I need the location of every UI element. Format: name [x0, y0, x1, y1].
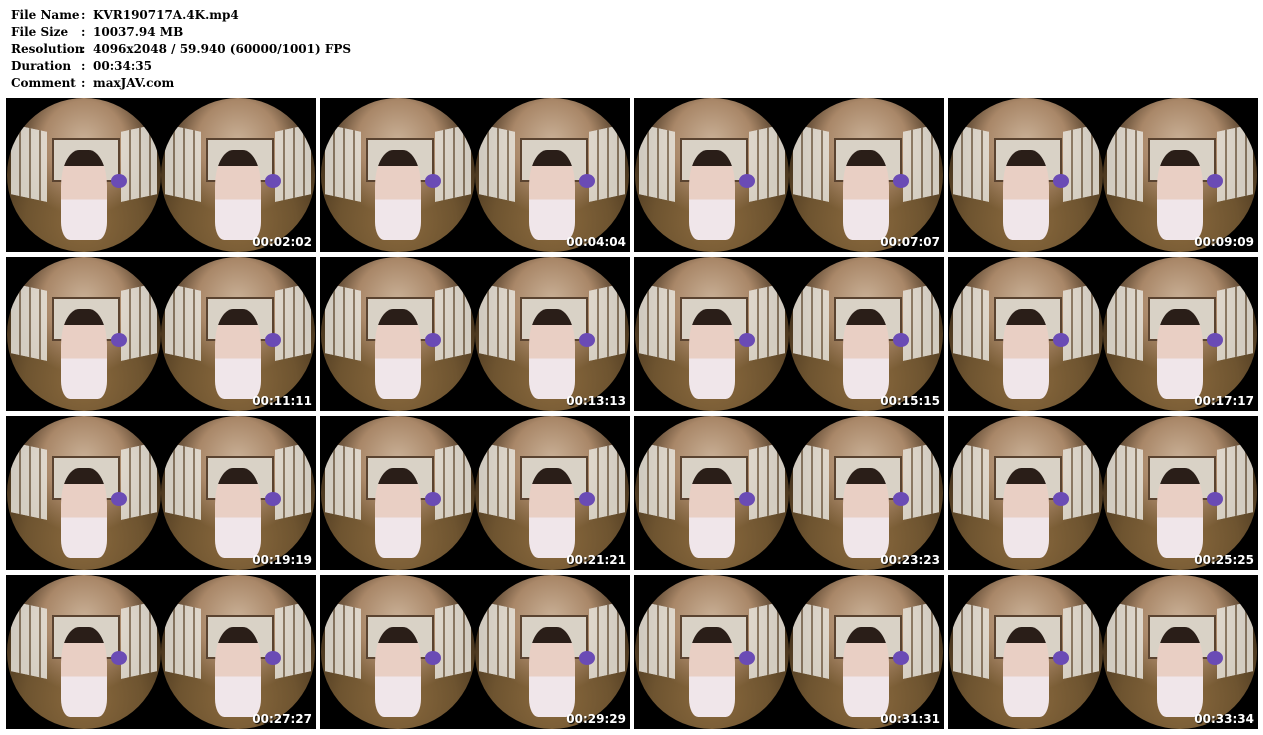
info-separator: : [81, 76, 86, 90]
thumbnail-timestamp: 00:09:09 [1194, 235, 1254, 249]
thumbnail-timestamp: 00:17:17 [1194, 394, 1254, 408]
thumbnail-timestamp: 00:15:15 [880, 394, 940, 408]
thumbnail-timestamp: 00:19:19 [252, 553, 312, 567]
vr-fisheye-frame-left [7, 575, 161, 729]
vr-fisheye-frame-left [321, 98, 475, 252]
vr-fisheye-frame-left [949, 257, 1103, 411]
vr-fisheye-frame-right [475, 575, 629, 729]
vr-fisheye-frame-left [321, 575, 475, 729]
video-thumbnail: 00:11:11 [6, 257, 316, 411]
info-separator: : [81, 59, 86, 73]
vr-fisheye-frame-right [789, 416, 943, 570]
vr-fisheye-frame-right [1103, 575, 1257, 729]
video-thumbnail: 00:13:13 [320, 257, 630, 411]
vr-fisheye-frame-right [1103, 257, 1257, 411]
vr-fisheye-frame-right [789, 575, 943, 729]
info-value: 10037.94 MB [93, 25, 184, 39]
info-row-resolution: Resolution : 4096x2048 / 59.940 (60000/1… [11, 41, 351, 58]
vr-fisheye-frame-left [7, 416, 161, 570]
info-value: 00:34:35 [93, 59, 152, 73]
thumbnail-timestamp: 00:33:34 [1194, 712, 1254, 726]
thumbnail-timestamp: 00:02:02 [252, 235, 312, 249]
video-thumbnail: 00:15:15 [634, 257, 944, 411]
vr-fisheye-frame-left [949, 98, 1103, 252]
thumbnail-timestamp: 00:21:21 [566, 553, 626, 567]
thumbnail-grid: 00:02:02 00:04:04 00:07:07 00:09:09 00:11:11… [6, 98, 1258, 729]
video-thumbnail: 00:23:23 [634, 416, 944, 570]
video-thumbnail: 00:17:17 [948, 257, 1258, 411]
vr-fisheye-frame-left [7, 98, 161, 252]
vr-fisheye-frame-right [161, 575, 315, 729]
info-separator: : [81, 42, 86, 56]
vr-fisheye-frame-left [635, 257, 789, 411]
vr-fisheye-frame-left [7, 257, 161, 411]
video-thumbnail: 00:07:07 [634, 98, 944, 252]
info-separator: : [81, 8, 86, 22]
vr-fisheye-frame-left [635, 416, 789, 570]
file-info-header: File Name : KVR190717A.4K.mp4 File Size … [11, 7, 351, 92]
video-thumbnail: 00:19:19 [6, 416, 316, 570]
thumbnail-timestamp: 00:07:07 [880, 235, 940, 249]
thumbnail-timestamp: 00:31:31 [880, 712, 940, 726]
video-thumbnail: 00:02:02 [6, 98, 316, 252]
vr-fisheye-frame-right [1103, 416, 1257, 570]
vr-fisheye-frame-left [635, 575, 789, 729]
info-row-file-size: File Size : 10037.94 MB [11, 24, 351, 41]
vr-fisheye-frame-right [475, 98, 629, 252]
info-value: 4096x2048 / 59.940 (60000/1001) FPS [93, 42, 352, 56]
video-thumbnail: 00:31:31 [634, 575, 944, 729]
thumbnail-timestamp: 00:27:27 [252, 712, 312, 726]
info-separator: : [81, 25, 86, 39]
vr-fisheye-frame-right [161, 416, 315, 570]
info-label: Resolution [11, 42, 84, 56]
info-label: File Size [11, 25, 69, 39]
info-label: Duration [11, 59, 72, 73]
vr-fisheye-frame-left [949, 575, 1103, 729]
vr-fisheye-frame-right [475, 257, 629, 411]
video-thumbnail: 00:25:25 [948, 416, 1258, 570]
info-row-comment: Comment : maxJAV.com [11, 75, 351, 92]
thumbnail-timestamp: 00:13:13 [566, 394, 626, 408]
video-thumbnail: 00:33:34 [948, 575, 1258, 729]
vr-fisheye-frame-left [635, 98, 789, 252]
vr-fisheye-frame-right [161, 98, 315, 252]
vr-fisheye-frame-left [321, 257, 475, 411]
info-label: Comment [11, 76, 76, 90]
thumbnail-timestamp: 00:25:25 [1194, 553, 1254, 567]
thumbnail-timestamp: 00:04:04 [566, 235, 626, 249]
thumbnail-timestamp: 00:23:23 [880, 553, 940, 567]
vr-fisheye-frame-right [789, 257, 943, 411]
video-thumbnail: 00:29:29 [320, 575, 630, 729]
info-row-file-name: File Name : KVR190717A.4K.mp4 [11, 7, 351, 24]
vr-fisheye-frame-left [949, 416, 1103, 570]
video-thumbnail: 00:09:09 [948, 98, 1258, 252]
info-value: KVR190717A.4K.mp4 [93, 8, 239, 22]
video-thumbnail: 00:27:27 [6, 575, 316, 729]
vr-fisheye-frame-right [161, 257, 315, 411]
vr-fisheye-frame-right [475, 416, 629, 570]
video-thumbnail: 00:21:21 [320, 416, 630, 570]
info-label: File Name [11, 8, 80, 22]
vr-fisheye-frame-right [1103, 98, 1257, 252]
thumbnail-timestamp: 00:11:11 [252, 394, 312, 408]
info-value: maxJAV.com [93, 76, 175, 90]
info-row-duration: Duration : 00:34:35 [11, 58, 351, 75]
vr-fisheye-frame-right [789, 98, 943, 252]
vr-fisheye-frame-left [321, 416, 475, 570]
thumbnail-timestamp: 00:29:29 [566, 712, 626, 726]
video-thumbnail: 00:04:04 [320, 98, 630, 252]
